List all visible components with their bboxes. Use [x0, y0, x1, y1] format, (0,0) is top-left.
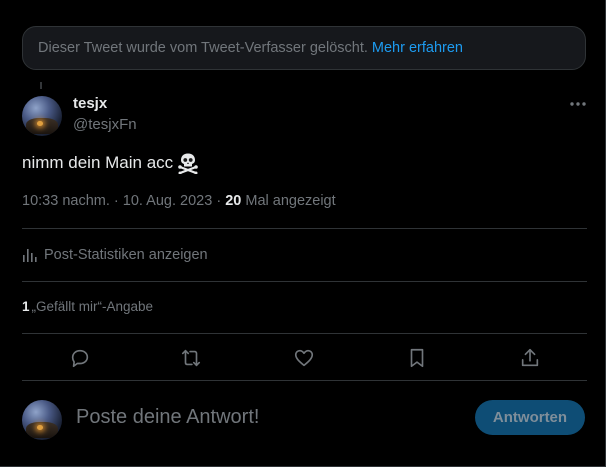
- likes-count: 1: [22, 299, 30, 314]
- share-icon[interactable]: [516, 344, 544, 372]
- learn-more-link[interactable]: Mehr erfahren: [372, 40, 463, 56]
- own-avatar[interactable]: [22, 400, 62, 440]
- tweet-text: nimm dein Main acc: [22, 153, 174, 172]
- tweet-body: nimm dein Main acc: [22, 152, 199, 175]
- tweet-meta: 10:33 nachm. · 10. Aug. 2023 · 20 Mal an…: [22, 193, 336, 209]
- like-icon[interactable]: [290, 344, 318, 372]
- tweet-time[interactable]: 10:33 nachm.: [22, 193, 110, 209]
- divider: [22, 380, 587, 381]
- meta-separator: ·: [216, 193, 222, 209]
- likes-summary[interactable]: 1 „Gefällt mir“-Angabe: [22, 299, 153, 314]
- tweet-actions-bar: [22, 344, 587, 372]
- divider: [22, 333, 587, 334]
- reply-submit-button[interactable]: Antworten: [475, 400, 585, 435]
- divider: [22, 281, 587, 282]
- post-statistics-link[interactable]: Post-Statistiken anzeigen: [22, 245, 208, 265]
- reply-input[interactable]: Poste deine Antwort!: [76, 406, 259, 429]
- meta-separator: ·: [113, 193, 119, 209]
- avatar[interactable]: [22, 96, 62, 136]
- skull-and-crossbones-icon: [177, 152, 199, 175]
- more-options-icon[interactable]: [566, 96, 590, 112]
- tweet-date[interactable]: 10. Aug. 2023: [123, 193, 213, 209]
- analytics-icon: [23, 249, 37, 262]
- views-count: 20: [225, 193, 242, 209]
- tweet-detail-view: Dieser Tweet wurde vom Tweet-Verfasser g…: [0, 0, 606, 467]
- deleted-tweet-notice: Dieser Tweet wurde vom Tweet-Verfasser g…: [22, 26, 586, 70]
- deleted-notice-text: Dieser Tweet wurde vom Tweet-Verfasser g…: [38, 40, 368, 56]
- divider: [22, 228, 587, 229]
- post-statistics-label: Post-Statistiken anzeigen: [44, 247, 208, 263]
- retweet-icon[interactable]: [177, 344, 205, 372]
- likes-label: „Gefällt mir“-Angabe: [31, 299, 154, 314]
- reply-icon[interactable]: [66, 344, 94, 372]
- views-label: Mal angezeigt: [245, 193, 336, 209]
- thread-connector-line: [40, 82, 42, 89]
- author-display-name[interactable]: tesjx: [73, 95, 107, 112]
- bookmark-icon[interactable]: [403, 344, 431, 372]
- author-handle[interactable]: @tesjxFn: [73, 116, 137, 133]
